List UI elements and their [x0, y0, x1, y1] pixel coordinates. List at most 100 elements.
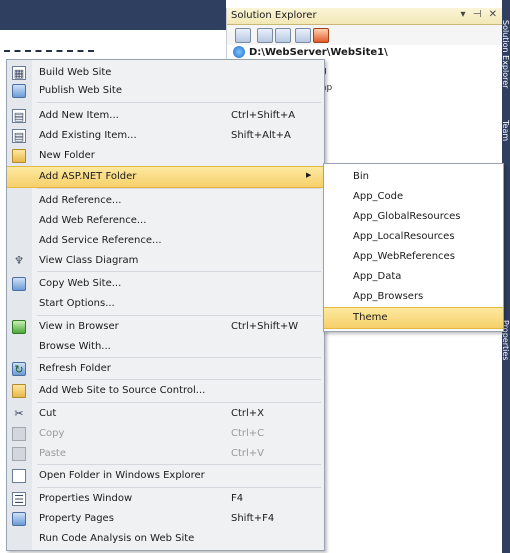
obscured-editor-text: [4, 50, 94, 55]
submenu-item-label: App_Code: [353, 191, 404, 202]
menu-item-label: Cut: [39, 408, 57, 419]
menu-item-run-code-analysis[interactable]: Run Code Analysis on Web Site: [7, 529, 324, 549]
menu-item-copy[interactable]: Copy Ctrl+C: [7, 424, 324, 444]
submenu-item-label: App_Data: [353, 271, 402, 282]
browser-icon: [12, 320, 26, 334]
solution-explorer-titlebar: Solution Explorer ▾ ⊣ ✕: [227, 8, 503, 25]
new-item-icon: ▤: [12, 109, 26, 123]
solution-explorer-toolbar: [227, 25, 503, 45]
refresh-toolbar-icon[interactable]: [257, 28, 273, 43]
menu-item-add-to-source-control[interactable]: Add Web Site to Source Control...: [7, 381, 324, 401]
menu-separator: [37, 402, 321, 403]
menu-separator: [37, 464, 321, 465]
menu-item-shortcut: Ctrl+X: [231, 408, 265, 419]
submenu-item-app-browsers[interactable]: App_Browsers: [324, 287, 503, 307]
menu-item-refresh-folder[interactable]: ↻ Refresh Folder: [7, 359, 324, 379]
context-menu: ▦ Build Web Site Publish Web Site ▤ Add …: [6, 59, 325, 551]
existing-item-icon: ▤: [12, 129, 26, 143]
menu-separator: [37, 357, 321, 358]
menu-item-property-pages[interactable]: Property Pages Shift+F4: [7, 509, 324, 529]
submenu-item-bin[interactable]: Bin: [324, 167, 503, 187]
menu-item-paste[interactable]: Paste Ctrl+V: [7, 444, 324, 464]
side-tab-solution-explorer[interactable]: Solution Explorer: [502, 20, 510, 100]
submenu-item-label: Bin: [353, 171, 369, 182]
menu-item-add-aspnet-folder[interactable]: Add ASP.NET Folder ▶: [7, 166, 324, 188]
menu-item-label: Add Web Reference...: [39, 215, 147, 226]
panel-window-buttons[interactable]: ▾ ⊣ ✕: [461, 9, 499, 20]
menu-item-shortcut: Shift+Alt+A: [231, 130, 291, 141]
menu-item-label: Refresh Folder: [39, 363, 111, 374]
menu-separator: [37, 102, 321, 103]
menu-item-label: View Class Diagram: [39, 255, 139, 266]
menu-item-publish-web-site[interactable]: Publish Web Site: [7, 81, 324, 101]
menu-item-view-in-browser[interactable]: View in Browser Ctrl+Shift+W: [7, 317, 324, 337]
menu-item-properties-window[interactable]: ☰ Properties Window F4: [7, 489, 324, 509]
aspnet-folder-submenu: Bin App_Code App_GlobalResources App_Loc…: [323, 163, 504, 332]
cut-icon: ✂: [14, 407, 24, 420]
submenu-item-app-webreferences[interactable]: App_WebReferences: [324, 247, 503, 267]
menu-item-label: New Folder: [39, 150, 95, 161]
paste-icon: [12, 447, 26, 461]
menu-item-open-folder-explorer[interactable]: Open Folder in Windows Explorer: [7, 466, 324, 486]
menu-item-new-folder[interactable]: New Folder: [7, 146, 324, 166]
menu-separator: [37, 271, 321, 272]
nest-files-toolbar-icon[interactable]: [275, 28, 291, 43]
menu-item-label: Property Pages: [39, 513, 114, 524]
submenu-item-label: Theme: [353, 312, 388, 323]
menu-item-add-new-item[interactable]: ▤ Add New Item... Ctrl+Shift+A: [7, 106, 324, 126]
menu-item-copy-web-site[interactable]: Copy Web Site...: [7, 274, 324, 294]
submenu-item-label: App_GlobalResources: [353, 211, 461, 222]
properties-icon: ☰: [12, 492, 26, 506]
menu-item-add-reference[interactable]: Add Reference...: [7, 191, 324, 211]
menu-item-build-web-site[interactable]: ▦ Build Web Site: [7, 63, 324, 83]
website-globe-icon: [233, 46, 245, 58]
menu-item-add-web-reference[interactable]: Add Web Reference...: [7, 211, 324, 231]
menu-item-label: Start Options...: [39, 298, 115, 309]
menu-item-shortcut: F4: [231, 493, 244, 504]
menu-item-start-options[interactable]: Start Options...: [7, 294, 324, 314]
properties-toolbar-icon[interactable]: [235, 28, 251, 43]
submenu-item-label: App_WebReferences: [353, 251, 455, 262]
open-folder-icon: [12, 469, 26, 483]
menu-item-browse-with[interactable]: Browse With...: [7, 337, 324, 357]
menu-item-label: Browse With...: [39, 341, 111, 352]
menu-item-add-service-reference[interactable]: Add Service Reference...: [7, 231, 324, 251]
menu-item-label: Add Web Site to Source Control...: [39, 385, 206, 396]
submenu-item-theme[interactable]: Theme: [324, 307, 503, 329]
submenu-item-app-globalresources[interactable]: App_GlobalResources: [324, 207, 503, 227]
menu-item-shortcut: Ctrl+Shift+A: [231, 110, 296, 121]
build-icon: ▦: [12, 66, 26, 80]
source-control-icon: [12, 384, 26, 398]
menu-item-cut[interactable]: ✂ Cut Ctrl+X: [7, 404, 324, 424]
menu-item-label: Run Code Analysis on Web Site: [39, 533, 195, 544]
menu-item-shortcut: Ctrl+Shift+W: [231, 321, 299, 332]
editor-title-area: [0, 0, 226, 30]
side-tab-team[interactable]: Team: [502, 120, 510, 160]
menu-separator: [37, 487, 321, 488]
menu-item-label: Open Folder in Windows Explorer: [39, 470, 205, 481]
menu-item-view-class-diagram[interactable]: ♆ View Class Diagram: [7, 251, 324, 271]
menu-separator: [37, 379, 321, 380]
menu-item-add-existing-item[interactable]: ▤ Add Existing Item... Shift+Alt+A: [7, 126, 324, 146]
submenu-arrow-icon: ▶: [306, 171, 312, 179]
root-node-label: D:\WebServer\WebSite1\: [249, 47, 388, 58]
submenu-item-app-localresources[interactable]: App_LocalResources: [324, 227, 503, 247]
menu-item-label: Add Reference...: [39, 195, 122, 206]
copy-site-icon: [12, 277, 26, 291]
submenu-item-app-code[interactable]: App_Code: [324, 187, 503, 207]
menu-item-label: Paste: [39, 448, 66, 459]
submenu-item-label: App_Browsers: [353, 291, 424, 302]
refresh-icon: ↻: [12, 362, 26, 376]
submenu-item-app-data[interactable]: App_Data: [324, 267, 503, 287]
menu-separator: [37, 315, 321, 316]
publish-icon: [12, 84, 26, 98]
config-toolbar-icon[interactable]: [313, 28, 329, 43]
menu-item-label: Properties Window: [39, 493, 133, 504]
class-diagram-icon: ♆: [14, 254, 24, 267]
panel-title: Solution Explorer: [231, 10, 317, 21]
copy-website-toolbar-icon[interactable]: [295, 28, 311, 43]
menu-item-label: Copy: [39, 428, 65, 439]
copy-icon: [12, 427, 26, 441]
folder-icon: [12, 149, 26, 163]
menu-item-label: Add Existing Item...: [39, 130, 137, 141]
